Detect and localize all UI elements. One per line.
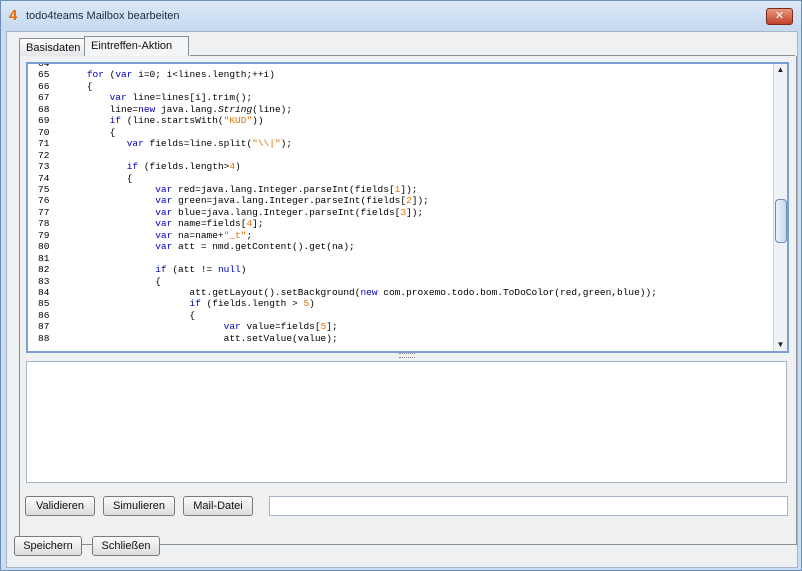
line-number: 87 (38, 321, 50, 333)
grip-icon (399, 353, 415, 358)
dialog-content: Basisdaten Eintreffen-Aktion 64 65 for (v… (6, 31, 798, 568)
validate-button[interactable]: Validieren (25, 496, 95, 516)
save-button[interactable]: Speichern (14, 536, 82, 556)
line-number: 73 (38, 161, 50, 173)
code-text: if (line.startsWith("KUD")) (109, 115, 264, 127)
line-number: 71 (38, 138, 50, 150)
code-lines: 64 65 for (var i=0; i<lines.length;++i) 66… (28, 62, 771, 351)
line-number: 70 (38, 126, 50, 138)
line-number: 80 (38, 241, 50, 253)
title-bar[interactable]: 4 todo4teams Mailbox bearbeiten ✕ (1, 1, 801, 31)
simulate-button[interactable]: Simulieren (103, 496, 175, 516)
code-text: var red=java.lang.Integer.parseInt(field… (155, 183, 418, 195)
code-text: var blue=java.lang.Integer.parseInt(fiel… (155, 206, 424, 218)
code-text: var name=fields[4]; (155, 218, 264, 230)
scroll-thumb[interactable] (775, 199, 787, 243)
code-text: var att = nmd.getContent().get(na); (155, 241, 355, 253)
line-number: 74 (38, 172, 50, 184)
code-text: var value=fields[5]; (223, 321, 338, 333)
code-line: 75 var red=java.lang.Integer.parseInt(fi… (28, 184, 417, 195)
code-text: var green=java.lang.Integer.parseInt(fie… (155, 195, 429, 207)
code-line: 67 var line=lines[i].trim(); (28, 92, 252, 103)
tab-basisdaten[interactable]: Basisdaten (19, 38, 85, 57)
code-editor[interactable]: 64 65 for (var i=0; i<lines.length;++i) 66… (26, 62, 789, 353)
code-line: 82 if (att != null) (28, 264, 246, 275)
line-number: 77 (38, 206, 50, 218)
line-number: 72 (38, 149, 50, 161)
code-text: if (fields.length > 5) (189, 298, 315, 310)
code-line: 88 att.setValue(value); (28, 333, 338, 344)
window-title: todo4teams Mailbox bearbeiten (26, 10, 180, 22)
line-number: 67 (38, 92, 50, 104)
code-line: 84 att.getLayout().setBackground(new com… (28, 287, 657, 298)
mail-file-button[interactable]: Mail-Datei (183, 496, 253, 516)
vertical-scrollbar[interactable]: ▲ ▼ (773, 64, 787, 351)
code-line: 71 var fields=line.split("\\|"); (28, 138, 292, 149)
tab-panel: 64 65 for (var i=0; i<lines.length;++i) 66… (19, 56, 797, 545)
line-number: 66 (38, 80, 50, 92)
line-number: 75 (38, 183, 50, 195)
close-icon[interactable]: ✕ (766, 8, 793, 25)
code-line: 76 var green=java.lang.Integer.parseInt(… (28, 195, 429, 206)
code-line: 66 { (28, 81, 93, 92)
line-number: 65 (38, 69, 50, 81)
line-number: 83 (38, 275, 50, 287)
scroll-down-icon[interactable]: ▼ (774, 339, 787, 351)
code-line: 70 { (28, 127, 115, 138)
line-number: 86 (38, 309, 50, 321)
code-line: 64 (28, 62, 64, 69)
code-text: var na=name+"_t"; (155, 229, 253, 241)
app-logo-icon: 4 (9, 7, 18, 24)
code-line: 81 (28, 253, 64, 264)
code-line: 87 var value=fields[5]; (28, 321, 338, 332)
code-text: for (var i=0; i<lines.length;++i) (86, 69, 275, 81)
mail-file-path-field[interactable] (269, 496, 788, 516)
line-number: 68 (38, 103, 50, 115)
code-line: 83 { (28, 276, 161, 287)
code-text: { (64, 309, 196, 321)
line-number: 81 (38, 252, 50, 264)
code-line: 79 var na=name+"_t"; (28, 230, 252, 241)
code-text: line=new java.lang.String(line); (64, 103, 293, 115)
code-line: 85 if (fields.length > 5) (28, 298, 315, 309)
code-text: var line=lines[i].trim(); (109, 92, 253, 104)
code-text: { (64, 275, 161, 287)
code-line: 65 for (var i=0; i<lines.length;++i) (28, 69, 275, 80)
line-number: 78 (38, 218, 50, 230)
tab-eintreffen-aktion[interactable]: Eintreffen-Aktion (84, 36, 189, 57)
code-text: att.getLayout().setBackground(new com.pr… (64, 287, 657, 298)
code-text: if (att != null) (155, 264, 247, 276)
line-number: 88 (38, 332, 50, 344)
line-number: 69 (38, 115, 50, 127)
line-number: 85 (38, 298, 50, 310)
code-line: 69 if (line.startsWith("KUD")) (28, 115, 264, 126)
code-line: 73 if (fields.length>4) (28, 161, 241, 172)
line-number: 84 (38, 287, 50, 298)
output-area[interactable] (26, 361, 787, 483)
code-line: 74 { (28, 173, 132, 184)
code-line: 77 var blue=java.lang.Integer.parseInt(f… (28, 207, 423, 218)
code-text: att.setValue(value); (64, 332, 338, 344)
line-number: 76 (38, 195, 50, 207)
split-pane-divider[interactable] (26, 352, 789, 358)
scroll-up-icon[interactable]: ▲ (774, 64, 787, 76)
line-number: 64 (38, 62, 50, 69)
code-text: { (64, 172, 133, 184)
code-text: { (64, 126, 116, 138)
code-line: 78 var name=fields[4]; (28, 218, 264, 229)
code-line: 86 { (28, 310, 195, 321)
dialog-window: 4 todo4teams Mailbox bearbeiten ✕ Basisd… (0, 0, 802, 571)
code-text: if (fields.length>4) (126, 161, 241, 173)
line-number: 79 (38, 229, 50, 241)
code-text: { (64, 80, 93, 92)
code-line: 68 line=new java.lang.String(line); (28, 104, 292, 115)
line-number: 82 (38, 264, 50, 276)
close-button[interactable]: Schließen (92, 536, 160, 556)
code-line: 80 var att = nmd.getContent().get(na); (28, 241, 355, 252)
code-text: var fields=line.split("\\|"); (126, 138, 293, 150)
code-line: 72 (28, 150, 64, 161)
